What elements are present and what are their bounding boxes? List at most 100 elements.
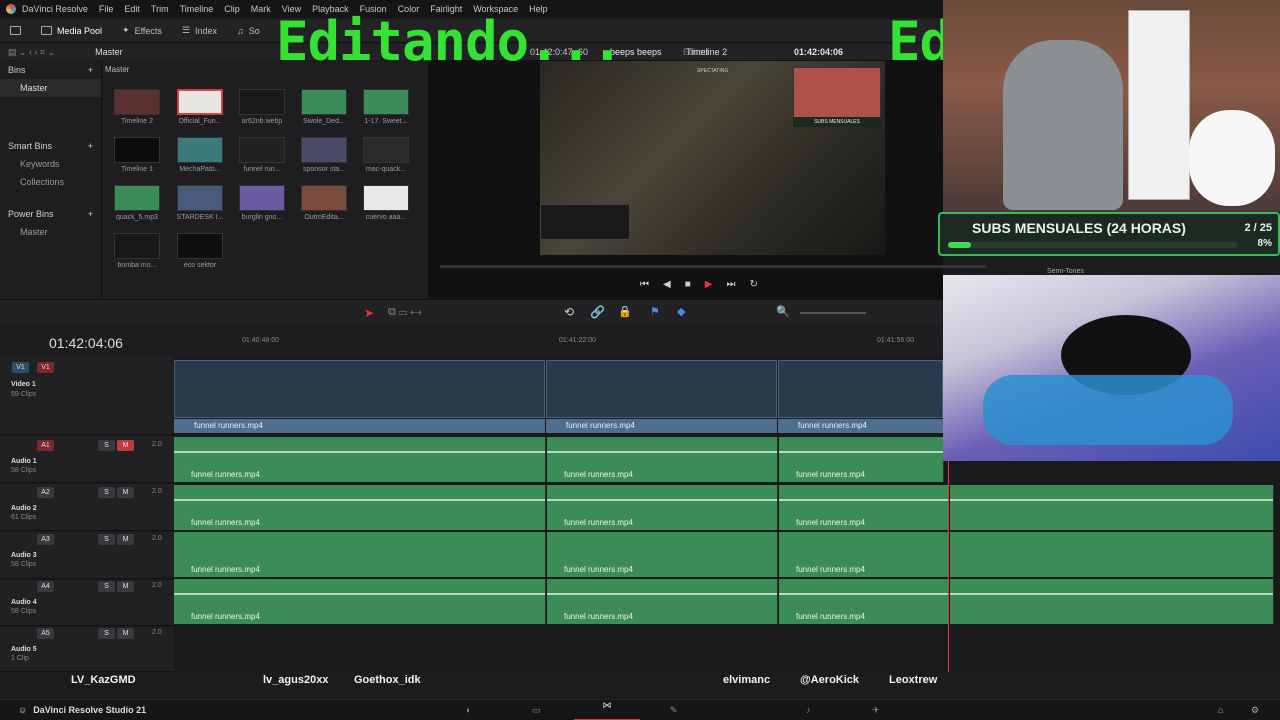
index-button[interactable]: ☰ Index <box>172 19 227 43</box>
timeline-ruler[interactable]: 01:40:48:00 01:41:22:00 01:41:56:00 <box>174 326 943 356</box>
audio-clip[interactable]: funnel runners.mp4 <box>779 579 949 624</box>
track-tag[interactable]: A1 <box>37 440 54 451</box>
media-clip[interactable]: STARDESK I... <box>176 185 224 221</box>
power-bin-master[interactable]: Master <box>0 223 101 241</box>
media-clip[interactable]: mac-quack... <box>362 137 410 173</box>
menu-trim[interactable]: Trim <box>151 4 169 14</box>
audio-clip[interactable] <box>950 485 1274 530</box>
fairlight-page-icon[interactable]: ♪ <box>806 705 811 715</box>
track-tag[interactable]: A4 <box>37 581 54 592</box>
media-clip[interactable]: Official_Fun... <box>176 89 224 125</box>
media-clip[interactable]: MechaPato... <box>176 137 224 173</box>
reverse-play-icon[interactable]: ◀ <box>663 279 671 290</box>
mute-button[interactable]: M <box>117 440 134 451</box>
play-icon[interactable]: ▶ <box>705 279 713 290</box>
lock-icon[interactable]: 🔒 <box>618 305 632 318</box>
menu-timeline[interactable]: Timeline <box>180 4 214 14</box>
track-source-tag[interactable]: V1 <box>12 362 29 373</box>
track-tag[interactable]: A3 <box>37 534 54 545</box>
viewer-scrubber[interactable] <box>440 265 987 268</box>
sound-library-button[interactable]: ♫ So <box>227 19 270 43</box>
mute-button[interactable]: M <box>117 628 134 639</box>
audio-clip[interactable]: funnel runners.mp4 <box>779 532 949 577</box>
audio-clip[interactable]: funnel runners.mp4 <box>547 579 778 624</box>
stop-icon[interactable]: ■ <box>685 279 691 290</box>
video-clip[interactable] <box>778 360 943 418</box>
add-power-bin-icon[interactable]: + <box>88 209 93 219</box>
menu-clip[interactable]: Clip <box>224 4 240 14</box>
media-clip[interactable]: 1-17. Sweet... <box>362 89 410 125</box>
mute-button[interactable]: M <box>117 581 134 592</box>
loop-icon[interactable]: ↻ <box>749 279 757 290</box>
linked-selection-icon[interactable]: 🔗 <box>590 305 605 319</box>
toolbar-toggle-button[interactable] <box>0 19 31 43</box>
zoom-slider[interactable] <box>800 312 866 314</box>
media-clip[interactable]: Swole_Ded... <box>300 89 348 125</box>
settings-gear-icon[interactable]: ⚙ <box>1251 705 1259 716</box>
video-clip[interactable] <box>546 360 777 418</box>
cut-page-icon[interactable]: ◐ <box>466 705 471 715</box>
trim-tool-icon[interactable]: ⧉ ▭ ⟷ <box>388 306 421 319</box>
media-clip[interactable]: bomba mo... <box>113 233 161 269</box>
media-page-icon[interactable]: ▭ <box>532 705 541 716</box>
media-clip[interactable]: Timeline 1 <box>113 137 161 173</box>
video-clip[interactable] <box>174 360 545 418</box>
snapping-icon[interactable]: ⟲ <box>564 305 574 319</box>
viewer-name: Leoxtrew <box>889 674 938 686</box>
media-clip[interactable]: eco sektor <box>176 233 224 269</box>
deliver-page-icon[interactable]: ✈ <box>872 705 880 716</box>
audio-clip[interactable]: funnel runners.mp4 <box>174 532 546 577</box>
audio-clip[interactable]: funnel runners.mp4 <box>779 485 949 530</box>
timeline-selector[interactable]: Timeline 2 <box>686 47 727 57</box>
track-dest-tag[interactable]: V1 <box>37 362 54 373</box>
media-pool-button[interactable]: Media Pool <box>31 19 112 43</box>
audio-clip[interactable]: funnel runners.mp4 <box>547 485 778 530</box>
audio-clip[interactable] <box>950 579 1274 624</box>
media-clip[interactable]: cuervo aaa... <box>362 185 410 221</box>
solo-button[interactable]: S <box>98 440 115 451</box>
smart-bin-collections[interactable]: Collections <box>0 173 101 191</box>
marker-icon[interactable]: ◆ <box>677 305 685 318</box>
menu-mark[interactable]: Mark <box>251 4 271 14</box>
mute-button[interactable]: M <box>117 534 134 545</box>
audio-clip[interactable]: funnel runners.mp4 <box>547 437 778 482</box>
audio-clip[interactable]: funnel runners.mp4 <box>174 485 546 530</box>
mute-button[interactable]: M <box>117 487 134 498</box>
edit-page-icon[interactable]: ⋈ <box>574 700 640 720</box>
home-icon[interactable]: ⌂ <box>1218 705 1223 715</box>
effects-button[interactable]: ✦ Effects <box>112 19 172 43</box>
menu-file[interactable]: File <box>99 4 114 14</box>
fusion-page-icon[interactable]: ✎ <box>670 705 678 716</box>
media-clip[interactable]: funnel run... <box>238 137 286 173</box>
streamer-figure <box>1003 40 1123 210</box>
media-clip[interactable]: ar62nb.webp <box>238 89 286 125</box>
solo-button[interactable]: S <box>98 487 115 498</box>
media-clip[interactable]: OutroEdita... <box>300 185 348 221</box>
audio-clip[interactable] <box>950 532 1274 577</box>
smart-bin-keywords[interactable]: Keywords <box>0 155 101 173</box>
solo-button[interactable]: S <box>98 628 115 639</box>
zoom-icon[interactable]: 🔍 <box>776 305 790 318</box>
playhead[interactable] <box>948 440 949 672</box>
menu-edit[interactable]: Edit <box>124 4 140 14</box>
track-tag[interactable]: A5 <box>37 628 54 639</box>
audio-clip[interactable]: funnel runners.mp4 <box>547 532 778 577</box>
flag-icon[interactable]: ⚑ <box>650 305 660 318</box>
add-smart-bin-icon[interactable]: + <box>88 141 93 151</box>
selection-tool-icon[interactable]: ➤ <box>364 306 374 320</box>
add-bin-icon[interactable]: + <box>88 65 93 75</box>
media-clip[interactable]: burglin gno... <box>238 185 286 221</box>
audio-clip[interactable]: funnel runners.mp4 <box>174 437 546 482</box>
skip-end-icon[interactable]: ⏭ <box>726 279 735 290</box>
track-tag[interactable]: A2 <box>37 487 54 498</box>
bin-item-master[interactable]: Master <box>0 79 101 97</box>
audio-clip[interactable]: funnel runners.mp4 <box>174 579 546 624</box>
solo-button[interactable]: S <box>98 534 115 545</box>
media-clip[interactable]: Timeline 2 <box>113 89 161 125</box>
skip-start-icon[interactable]: ⏮ <box>640 279 649 290</box>
media-clip[interactable]: sponsor sta... <box>300 137 348 173</box>
media-clip[interactable]: quack_5.mp3 <box>113 185 161 221</box>
audio-clip[interactable]: funnel runners.mp4 <box>779 437 944 482</box>
solo-button[interactable]: S <box>98 581 115 592</box>
list-view-icon[interactable]: ▤ ⌄ ‹ › ⌗ ⌄ <box>8 47 55 58</box>
